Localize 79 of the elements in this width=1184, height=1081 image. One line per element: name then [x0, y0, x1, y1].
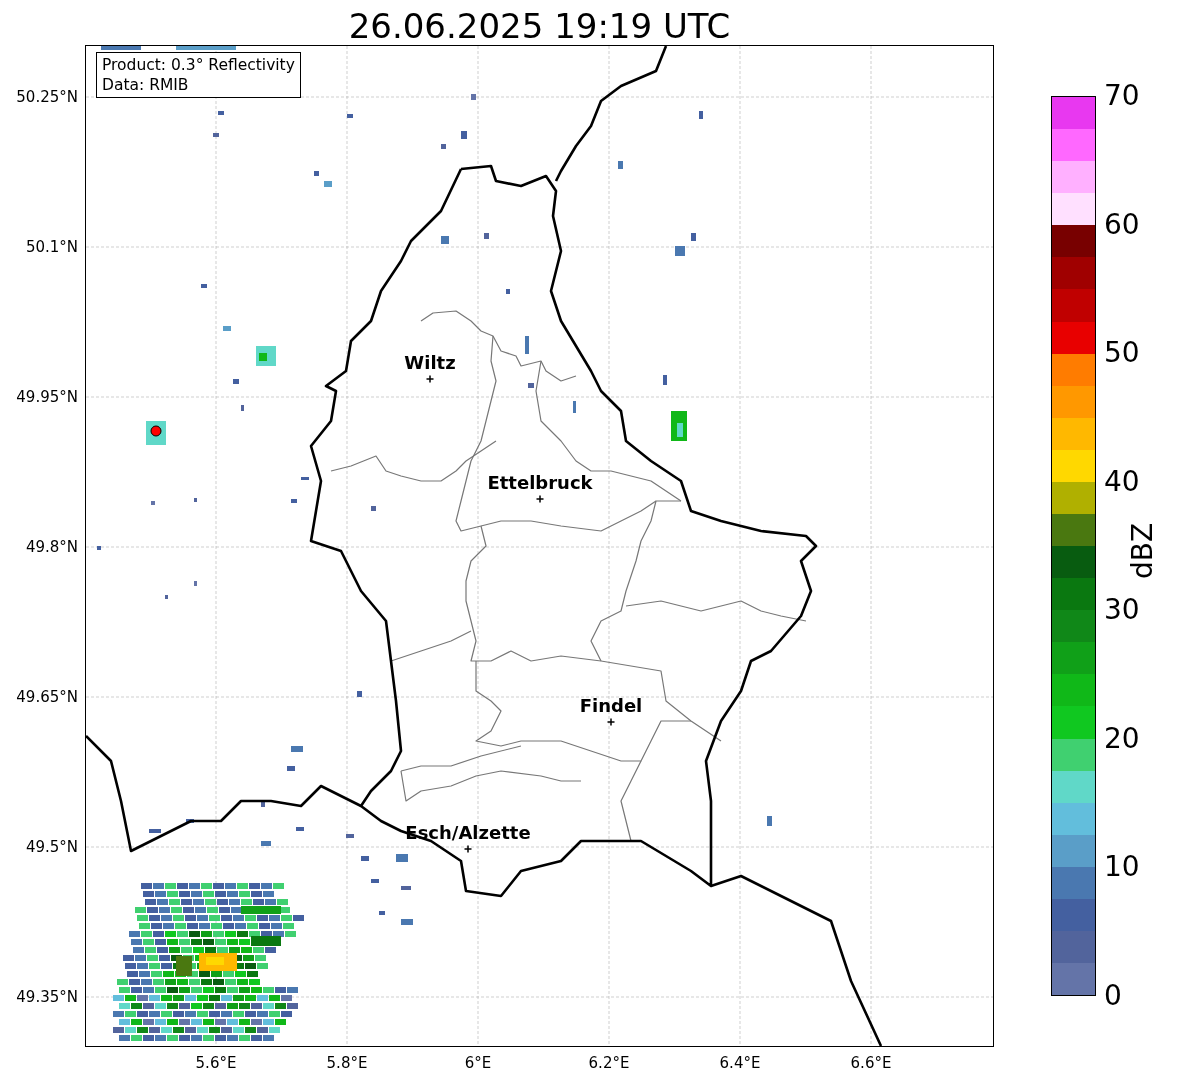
y-tick-label: 50.25°N	[16, 88, 78, 106]
radar-echo	[528, 383, 534, 388]
radar-echo	[149, 829, 161, 833]
y-tick-label: 49.8°N	[25, 538, 78, 556]
colorbar-label: dBZ	[1125, 522, 1159, 580]
x-tick-label: 6.2°E	[588, 1054, 630, 1072]
colorbar-tick-label: 0	[1103, 981, 1122, 1011]
city-label: Wiltz	[404, 352, 456, 373]
y-tick-label: 49.5°N	[25, 838, 78, 856]
colorbar-tick-label: 70	[1103, 81, 1140, 111]
radar-echo	[218, 111, 224, 115]
radar-echo	[663, 375, 667, 385]
colorbar-tick-label: 60	[1103, 209, 1140, 240]
x-tick-label: 6.6°E	[850, 1054, 892, 1072]
x-tick-label: 6.4°E	[719, 1054, 761, 1072]
radar-echo	[506, 289, 510, 294]
radar-echo	[261, 841, 271, 846]
x-tick-label: 5.6°E	[195, 1054, 237, 1072]
radar-echo	[767, 816, 772, 826]
radar-echo	[618, 161, 623, 169]
x-tick-label: 5.8°E	[326, 1054, 368, 1072]
radar-echo	[151, 501, 155, 505]
radar-echo	[176, 46, 236, 50]
city-marker	[535, 494, 545, 504]
city-marker	[463, 844, 473, 854]
colorbar-tick-label: 40	[1103, 466, 1140, 497]
x-tick-label: 6°E	[464, 1054, 492, 1072]
radar-echo	[223, 326, 231, 331]
radar-echo	[296, 827, 304, 831]
radar-echo	[165, 595, 168, 599]
radar-echo	[261, 801, 265, 807]
radar-echo	[201, 284, 207, 288]
radar-echo	[233, 379, 239, 384]
city-marker	[606, 717, 616, 727]
radar-echo	[241, 405, 244, 411]
radar-echo	[371, 506, 376, 511]
chart-title: 26.06.2025 19:19 UTC	[347, 5, 732, 45]
y-tick-label: 50.1°N	[25, 238, 78, 256]
radar-echo	[346, 834, 354, 838]
radar-echo	[301, 477, 309, 480]
y-tick-label: 49.35°N	[16, 988, 78, 1006]
radar-echo	[379, 911, 385, 915]
radar-echo	[291, 499, 297, 503]
radar-echo	[357, 691, 362, 697]
radar-echo	[699, 111, 703, 119]
city-label: Ettelbruck	[487, 472, 593, 493]
info-text: Data: RMIB	[102, 75, 190, 95]
y-tick-label: 49.65°N	[16, 688, 78, 706]
radar-echo	[194, 581, 197, 586]
colorbar-tick-label: 10	[1103, 852, 1140, 883]
radar-echo	[186, 819, 194, 823]
radar-echo	[401, 919, 413, 925]
radar-echo	[401, 886, 411, 890]
radar-echo	[213, 133, 219, 137]
radar-echo	[371, 879, 379, 883]
radar-echo	[361, 856, 369, 861]
radar-echo	[471, 94, 476, 100]
y-tick-label: 49.95°N	[16, 388, 78, 406]
colorbar-tick-label: 20	[1103, 723, 1140, 754]
info-text: Product: 0.3° Reflectivity	[102, 55, 295, 75]
colorbar-tick-label: 50	[1103, 338, 1140, 369]
radar-echo	[461, 131, 467, 139]
radar-echo	[194, 498, 197, 502]
city-label: Esch/Alzette	[405, 822, 531, 843]
radar-echo	[441, 236, 449, 244]
city-label: Findel	[579, 695, 643, 716]
radar-echo	[441, 144, 446, 149]
city-marker	[425, 374, 435, 384]
radar-echo	[573, 401, 576, 413]
radar-echo	[287, 766, 295, 771]
radar-echo	[525, 336, 529, 354]
radar-echo	[347, 114, 353, 118]
radar-echo	[484, 233, 489, 239]
colorbar-tick-label: 30	[1103, 595, 1140, 626]
radar-echo	[97, 546, 101, 550]
radar-echo	[291, 746, 303, 752]
radar-echo	[101, 46, 141, 50]
radar-site-marker	[150, 425, 162, 437]
radar-echo	[396, 854, 408, 862]
